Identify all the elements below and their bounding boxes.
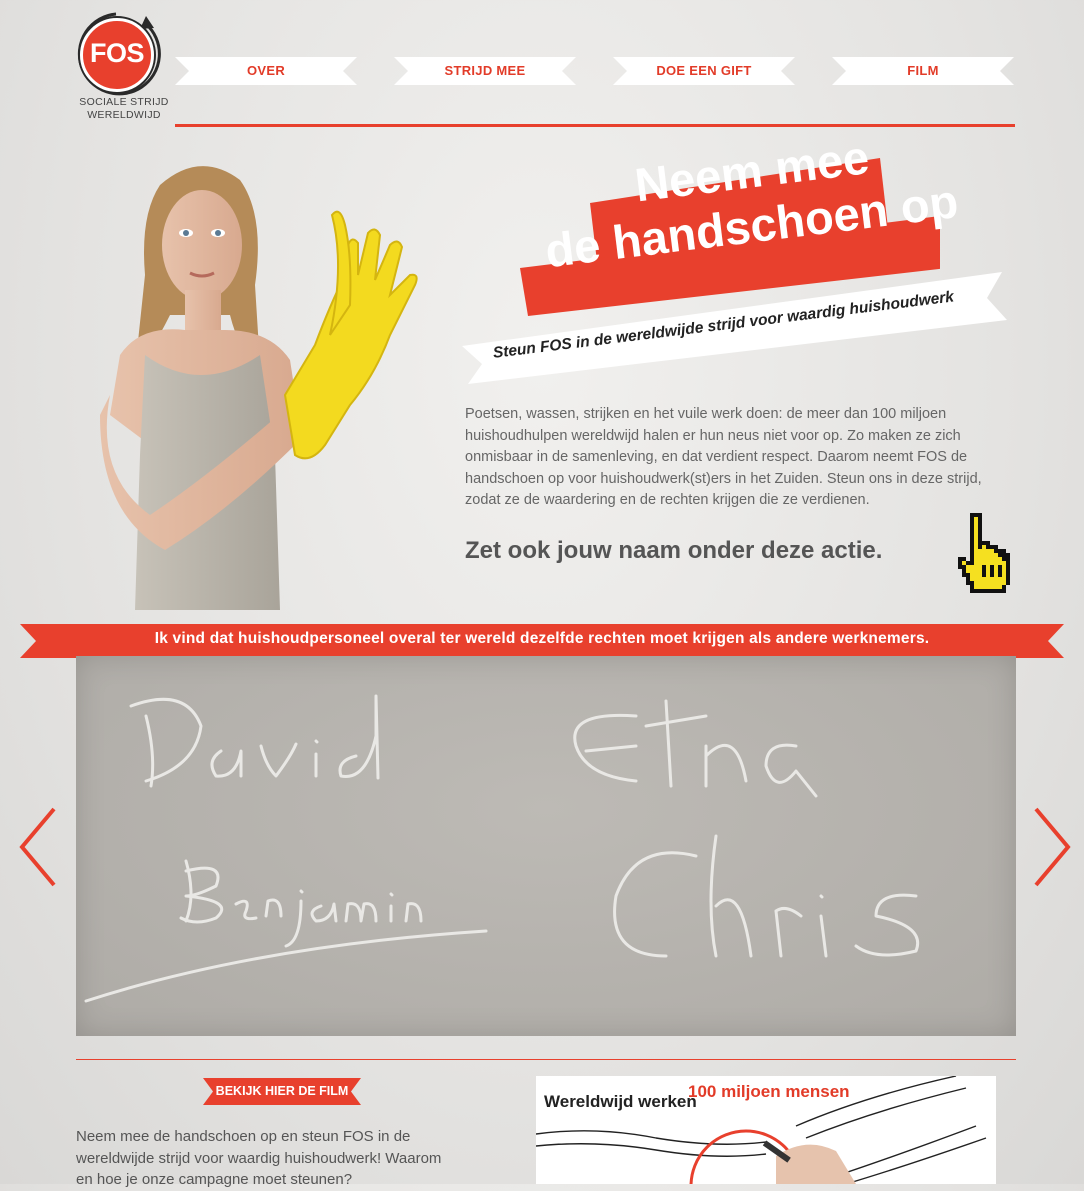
watch-film-button[interactable]: BEKIJK HIER DE FILM [203, 1078, 361, 1105]
nav-item-film[interactable]: FILM [832, 57, 1014, 85]
signatures-drawing [84, 694, 919, 1003]
chevron-right-icon[interactable] [1032, 805, 1072, 889]
nav-label: DOE EEN GIFT [656, 63, 752, 78]
chevron-left-icon[interactable] [18, 805, 58, 889]
film-description: Neem mee de handschoen op en steun FOS i… [76, 1128, 442, 1188]
fos-logo[interactable]: FOS SOCIALE STRIJD WERELDWIJD [76, 8, 172, 128]
logo-text: FOS [89, 38, 145, 68]
thumbnail-drawing [536, 1076, 987, 1184]
nav-item-doe-een-gift[interactable]: DOE EEN GIFT [613, 57, 795, 85]
logo-tagline: SOCIALE STRIJD WERELDWIJD [79, 96, 169, 121]
nav-label: OVER [246, 63, 286, 78]
cta-text[interactable]: Zet ook jouw naam onder deze actie. [465, 537, 882, 565]
nav-item-over[interactable]: OVER [175, 57, 357, 85]
section-divider [76, 1059, 1016, 1060]
film-thumbnail[interactable]: Wereldwijd werken 100 miljoen mensen [536, 1076, 996, 1184]
watch-film-label: BEKIJK HIER DE FILM [215, 1084, 349, 1098]
nav-item-strijd-mee[interactable]: STRIJD MEE [394, 57, 576, 85]
woman-with-glove-image [100, 166, 418, 610]
signature-board [76, 656, 1016, 1036]
statement-text: Ik vind dat huishoudpersoneel overal ter… [154, 630, 930, 647]
hand-pointer-icon [958, 513, 1010, 593]
nav-label: FILM [907, 63, 939, 78]
intro-paragraph: Poetsen, wassen, strijken en het vuile w… [465, 406, 982, 509]
nav-underline [175, 124, 1015, 127]
nav-label: STRIJD MEE [444, 63, 526, 78]
